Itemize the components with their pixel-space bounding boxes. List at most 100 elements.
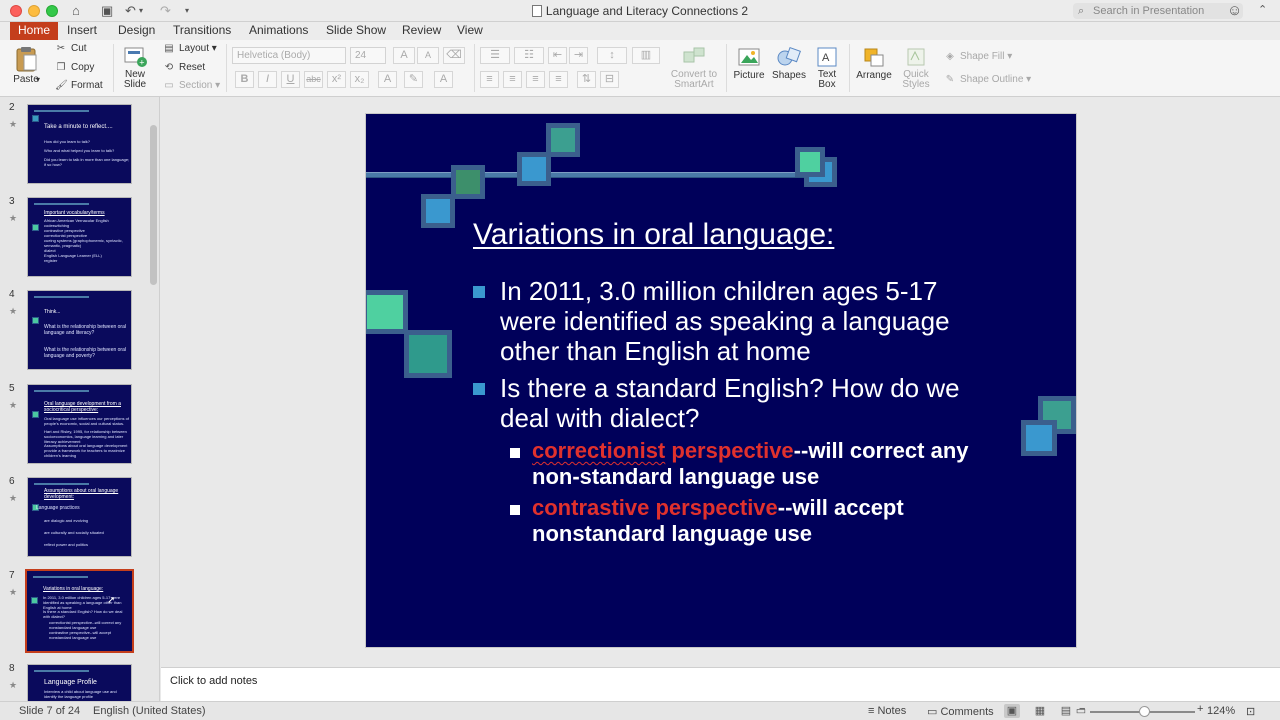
thumbnail-slide-3[interactable]: Important vocabulary/terms African Ameri… bbox=[27, 197, 132, 277]
paste-dropdown-icon[interactable]: ▾ bbox=[36, 74, 40, 86]
title-bar: ⌂ ▣ ↶ ▾ ↷ ▾ Language and Literacy Connec… bbox=[0, 0, 1280, 22]
zoom-in-icon[interactable]: + bbox=[1197, 703, 1203, 715]
tab-design[interactable]: Design bbox=[110, 22, 163, 40]
decrease-indent-icon[interactable]: ⇤ bbox=[548, 47, 567, 64]
text-box-button[interactable]: A Text Box bbox=[812, 46, 842, 90]
italic-icon[interactable]: I bbox=[258, 71, 277, 88]
tab-insert[interactable]: Insert bbox=[59, 22, 105, 40]
format-painter-button[interactable]: 🖌 Format bbox=[55, 80, 103, 92]
notes-pane[interactable]: Click to add notes bbox=[161, 667, 1280, 701]
tab-view[interactable]: View bbox=[449, 22, 491, 40]
collapse-ribbon-icon[interactable]: ⌃ bbox=[1258, 3, 1267, 16]
cut-button[interactable]: ✂ Cut bbox=[55, 43, 87, 55]
comments-toggle-button[interactable]: ▭ Comments bbox=[927, 705, 994, 718]
bold-icon[interactable]: B bbox=[235, 71, 254, 88]
thumbnail-line: Interview a child about language use and… bbox=[44, 689, 117, 699]
thumb-deco-square bbox=[32, 411, 39, 418]
strikethrough-icon[interactable]: abc bbox=[304, 71, 323, 88]
notes-toggle-button[interactable]: ≡ Notes bbox=[868, 705, 906, 717]
slide-sorter-icon[interactable]: ▦ bbox=[1032, 704, 1048, 718]
picture-button[interactable]: Picture bbox=[732, 46, 766, 81]
align-center-icon[interactable]: ≡ bbox=[503, 71, 522, 88]
increase-font-size-icon[interactable]: A bbox=[393, 47, 415, 64]
tab-slide-show[interactable]: Slide Show bbox=[318, 22, 394, 40]
superscript-icon[interactable]: x² bbox=[327, 71, 346, 88]
slide-title[interactable]: Variations in oral language: bbox=[473, 218, 834, 252]
slide-canvas[interactable]: Variations in oral language: In 2011, 3.… bbox=[365, 113, 1077, 648]
zoom-out-icon[interactable]: − bbox=[1079, 703, 1085, 715]
thumbnail-slide-8[interactable]: Language Profile Interview a child about… bbox=[27, 664, 132, 701]
star-icon: ★ bbox=[9, 306, 18, 316]
thumb-deco-line bbox=[34, 670, 89, 672]
thumbnail-slide-5[interactable]: Oral language development from a sociocr… bbox=[27, 384, 132, 464]
font-size-select[interactable]: 24 bbox=[350, 47, 386, 64]
shape-fill-button[interactable]: ◈ Shape Fill ▾ bbox=[944, 51, 1012, 63]
convert-smartart-button[interactable]: Convert to SmartArt bbox=[670, 46, 718, 90]
sub-bullet-item[interactable]: contrastive perspective--will accept non… bbox=[510, 495, 1010, 547]
thumbnail-scrollbar[interactable] bbox=[150, 125, 157, 285]
shapes-button[interactable]: Shapes bbox=[772, 46, 806, 81]
arrange-button[interactable]: Arrange bbox=[855, 46, 893, 81]
justify-icon[interactable]: ≡ bbox=[549, 71, 568, 88]
thumbnail-line: What is the relationship between oral la… bbox=[44, 324, 126, 336]
highlight-icon[interactable]: ✎ bbox=[404, 71, 423, 88]
thumbnail-slide-4[interactable]: Think... What is the relationship betwee… bbox=[27, 290, 132, 370]
thumbnail-slide-6[interactable]: Assumptions about oral language developm… bbox=[27, 477, 132, 557]
star-icon: ★ bbox=[9, 213, 18, 223]
copy-button[interactable]: ❐ Copy bbox=[55, 62, 95, 74]
clear-formatting-icon[interactable]: ⌫ bbox=[443, 47, 465, 64]
normal-view-icon[interactable]: ▣ bbox=[1004, 704, 1020, 718]
thumbnail-title: Think... bbox=[44, 309, 61, 315]
align-text-icon[interactable]: ⊟ bbox=[600, 71, 619, 88]
reading-view-icon[interactable]: ▤ bbox=[1058, 704, 1074, 718]
align-left-icon[interactable]: ≡ bbox=[480, 71, 499, 88]
quick-styles-button[interactable]: Quick Styles bbox=[898, 46, 934, 90]
text-effects-icon[interactable]: A bbox=[378, 71, 397, 88]
tab-transitions[interactable]: Transitions bbox=[165, 22, 239, 40]
line-spacing-icon[interactable]: ↕ bbox=[597, 47, 627, 64]
tab-animations[interactable]: Animations bbox=[241, 22, 316, 40]
font-name-select[interactable]: Helvetica (Body) bbox=[232, 47, 346, 64]
bullet-item[interactable]: Is there a standard English? How do we d… bbox=[473, 373, 993, 433]
sub-bullet-item[interactable]: correctionist perspective--will correct … bbox=[510, 438, 1010, 490]
bullets-icon[interactable]: ☰ bbox=[480, 47, 510, 64]
search-input[interactable]: ⌕ Search in Presentation bbox=[1073, 3, 1243, 19]
thumb-deco-line bbox=[34, 296, 89, 298]
font-color-icon[interactable]: A bbox=[434, 71, 453, 88]
highlighted-term: perspective bbox=[665, 438, 794, 463]
feedback-smiley-icon[interactable]: ☺ bbox=[1227, 2, 1242, 19]
notes-placeholder: Click to add notes bbox=[170, 675, 258, 687]
align-right-icon[interactable]: ≡ bbox=[526, 71, 545, 88]
thumbnail-title: Variations in oral language: bbox=[43, 586, 104, 592]
thumbnail-line: cueing systems (graphophonemic, syntacti… bbox=[44, 238, 123, 248]
columns-icon[interactable]: ▥ bbox=[632, 47, 660, 64]
zoom-level[interactable]: 124% bbox=[1207, 705, 1235, 717]
tab-home[interactable]: Home bbox=[10, 22, 59, 40]
bullet-item[interactable]: In 2011, 3.0 million children ages 5-17 … bbox=[473, 276, 993, 366]
text-direction-icon[interactable]: ⇅ bbox=[577, 71, 596, 88]
thumbnail-title: Assumptions about oral language developm… bbox=[44, 488, 119, 500]
thumbnail-number: 8 bbox=[9, 663, 15, 674]
tab-review[interactable]: Review bbox=[394, 22, 449, 40]
thumbnail-slide-7[interactable]: Variations in oral language: In 2011, 3.… bbox=[25, 569, 134, 653]
section-button[interactable]: ▭ Section ▾ bbox=[163, 80, 220, 92]
thumbnail-slide-2[interactable]: Take a minute to reflect.... How did you… bbox=[27, 104, 132, 184]
subscript-icon[interactable]: x₂ bbox=[350, 71, 369, 88]
deco-square bbox=[366, 290, 408, 334]
decrease-font-size-icon[interactable]: A bbox=[417, 47, 439, 64]
shape-outline-button[interactable]: ✎ Shape Outline ▾ bbox=[944, 74, 1031, 86]
thumbnail-line: In 2011, 3.0 million children ages 5-17 … bbox=[43, 595, 122, 610]
layout-button[interactable]: ▤ Layout ▾ bbox=[163, 43, 217, 55]
underline-icon[interactable]: U bbox=[281, 71, 300, 88]
deco-square bbox=[451, 165, 485, 199]
increase-indent-icon[interactable]: ⇥ bbox=[569, 47, 588, 64]
fit-to-window-icon[interactable]: ⊡ bbox=[1246, 705, 1255, 718]
zoom-slider-knob[interactable] bbox=[1139, 706, 1150, 717]
thumb-deco-square bbox=[32, 317, 39, 324]
new-slide-button[interactable]: + New Slide bbox=[119, 44, 151, 90]
slide-thumbnail-pane[interactable]: 2 ★ Take a minute to reflect.... How did… bbox=[0, 97, 160, 701]
reset-button[interactable]: ⟲ Reset bbox=[163, 62, 205, 74]
language-indicator[interactable]: English (United States) bbox=[93, 705, 206, 717]
numbering-icon[interactable]: ☷ bbox=[514, 47, 544, 64]
deco-square bbox=[404, 330, 452, 378]
